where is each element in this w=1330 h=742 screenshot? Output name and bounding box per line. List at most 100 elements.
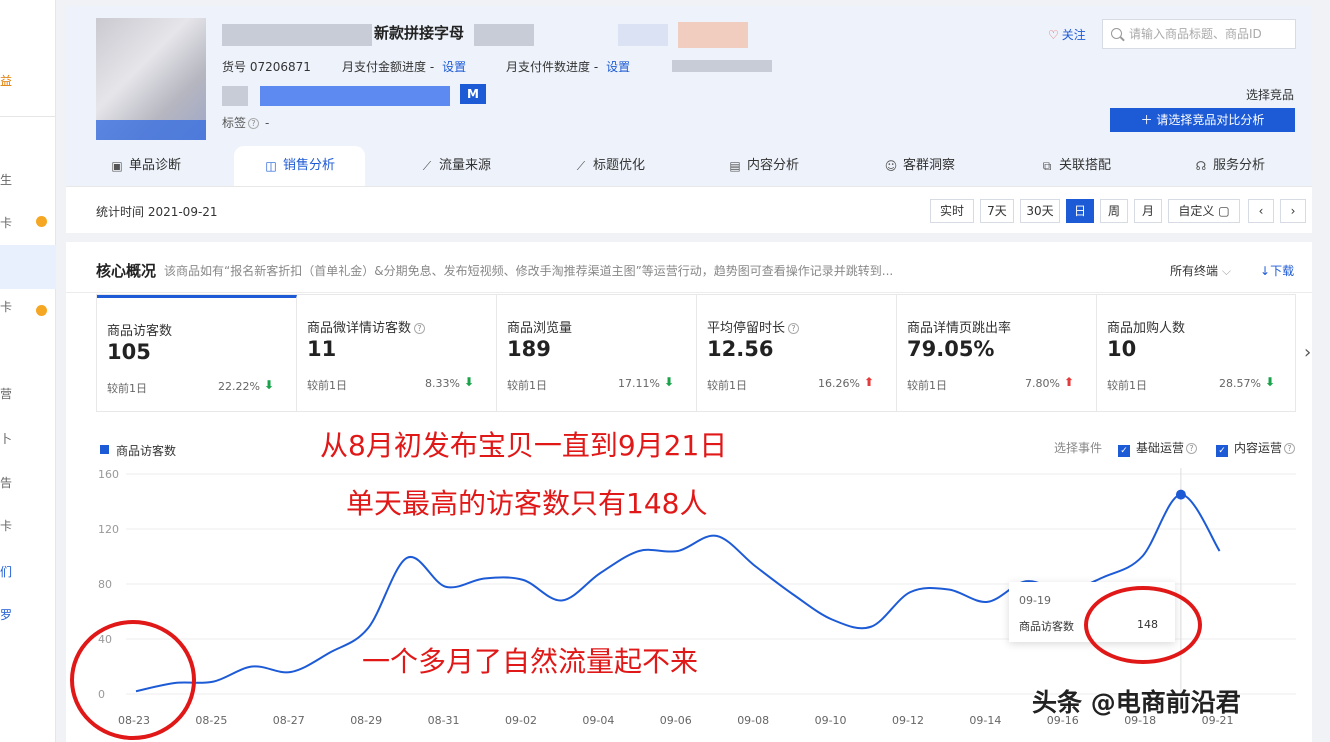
tab-label: 客群洞察 xyxy=(903,158,956,173)
follow-label: 关注 xyxy=(1061,28,1086,42)
document-icon: ▤ xyxy=(729,159,741,173)
tag-value: - xyxy=(265,116,270,130)
product-title[interactable]: 新款拼接字母 xyxy=(374,22,464,43)
tooltip-date: 09-19 xyxy=(1019,594,1051,607)
count-progress: 月支付件数进度 - 设置 xyxy=(506,58,630,75)
stat-time-row: 统计时间 2021-09-21 实时 7天 30天 日 周 月 自定义 ▢ ‹ … xyxy=(66,186,1312,233)
blurred-title xyxy=(474,24,534,46)
y-tick-label: 80 xyxy=(98,578,112,591)
range-custom-button[interactable]: 自定义 ▢ xyxy=(1168,199,1240,223)
amount-progress: 月支付金额进度 - 设置 xyxy=(342,58,466,75)
range-30d-button[interactable]: 30天 xyxy=(1020,199,1060,223)
line-chart-icon: ⟋ xyxy=(422,159,432,173)
tab-label: 内容分析 xyxy=(747,158,800,173)
tab-label: 销售分析 xyxy=(283,158,336,173)
headset-icon: ☊ xyxy=(1195,159,1207,173)
tab-label: 关联搭配 xyxy=(1059,158,1112,173)
count-progress-set-link[interactable]: 设置 xyxy=(606,60,630,74)
tab-label: 标题优化 xyxy=(593,158,646,173)
notification-dot xyxy=(36,216,47,227)
annotation-line2: 单天最高的访客数只有148人 xyxy=(346,487,708,520)
x-tick-label: 09-02 xyxy=(505,714,537,727)
blurred-meta xyxy=(672,60,772,72)
nav-item[interactable]: 卜 xyxy=(0,430,12,447)
search-icon xyxy=(1111,28,1122,39)
watermark: 头条 @电商前沿君 xyxy=(1032,688,1241,717)
amount-progress-set-link[interactable]: 设置 xyxy=(442,60,466,74)
x-tick-label: 08-31 xyxy=(428,714,460,727)
stat-date: 统计时间 2021-09-21 xyxy=(96,205,218,219)
range-month-button[interactable]: 月 xyxy=(1134,199,1162,223)
line-chart-icon: ⟋ xyxy=(576,159,586,173)
tag-row: 标签? - xyxy=(222,114,269,131)
annotation-circle xyxy=(1084,586,1202,664)
range-7d-button[interactable]: 7天 xyxy=(980,199,1014,223)
x-tick-label: 09-12 xyxy=(892,714,924,727)
annotation-circle xyxy=(70,620,196,740)
nav-item[interactable]: 卡 xyxy=(0,517,12,534)
tab-service-analysis[interactable]: ☊ 服务分析 xyxy=(1194,146,1265,186)
tab-label: 流量来源 xyxy=(439,158,492,173)
users-icon: ☺ xyxy=(884,159,898,173)
product-header-card: 新款拼接字母 货号 07206871 月支付金额进度 - 设置 月支付件数进度 -… xyxy=(66,6,1312,233)
tab-sales-analysis[interactable]: ◫ 销售分析 xyxy=(234,146,366,186)
blurred-title xyxy=(618,24,668,46)
range-week-button[interactable]: 周 xyxy=(1100,199,1128,223)
blurred-title xyxy=(678,22,748,48)
nav-divider xyxy=(0,116,56,117)
highlight-point xyxy=(1175,489,1186,500)
range-day-button[interactable]: 日 xyxy=(1066,199,1094,223)
next-date-button[interactable]: › xyxy=(1280,199,1306,223)
tab-related-match[interactable]: ⧉ 关联搭配 xyxy=(1040,146,1111,186)
range-realtime-button[interactable]: 实时 xyxy=(930,199,974,223)
tag-label: 标签 xyxy=(222,116,247,130)
prev-date-button[interactable]: ‹ xyxy=(1248,199,1274,223)
follow-button[interactable]: ♡ 关注 xyxy=(1048,26,1086,43)
nav-item[interactable]: 卡 xyxy=(0,298,12,315)
tab-title-optimization[interactable]: ⟋ 标题优化 xyxy=(574,146,645,186)
blurred-shop xyxy=(222,86,248,106)
nav-selected-item[interactable] xyxy=(0,245,56,289)
amount-progress-label: 月支付金额进度 - xyxy=(342,60,435,74)
calendar-icon: ▢ xyxy=(1214,204,1230,218)
x-tick-label: 09-04 xyxy=(582,714,614,727)
thumbnail-band xyxy=(96,120,206,140)
item-number: 货号 07206871 xyxy=(222,60,311,74)
compare-button-label: 请选择竞品对比分析 xyxy=(1156,113,1265,127)
count-progress-label: 月支付件数进度 - xyxy=(506,60,599,74)
nav-item[interactable]: 卡 xyxy=(0,214,12,231)
x-tick-label: 09-14 xyxy=(969,714,1001,727)
x-tick-label: 09-08 xyxy=(737,714,769,727)
tooltip-key: 商品访客数 xyxy=(1019,620,1074,633)
help-icon[interactable]: ? xyxy=(248,118,260,129)
blurred-shop xyxy=(260,86,450,106)
product-info-area: 新款拼接字母 货号 07206871 月支付金额进度 - 设置 月支付件数进度 -… xyxy=(66,6,1312,186)
x-tick-label: 08-25 xyxy=(195,714,227,727)
nav-item[interactable]: 生 xyxy=(0,171,12,188)
product-thumbnail[interactable] xyxy=(96,18,206,140)
annotation-line3: 一个多月了自然流量起不来 xyxy=(362,645,699,678)
compare-competitor-button[interactable]: ＋ 请选择竞品对比分析 xyxy=(1110,108,1295,132)
plus-icon: ＋ xyxy=(1140,113,1157,127)
nav-item[interactable]: 营 xyxy=(0,385,12,402)
tab-content-analysis[interactable]: ▤ 内容分析 xyxy=(728,146,799,186)
tab-traffic-source[interactable]: ⟋ 流量来源 xyxy=(420,146,491,186)
nav-item[interactable]: 告 xyxy=(0,474,12,491)
annotation-line1: 从8月初发布宝贝一直到9月21日 xyxy=(320,429,728,462)
nav-item[interactable]: 益 xyxy=(0,72,12,89)
x-tick-label: 08-29 xyxy=(350,714,382,727)
tab-single-diagnosis[interactable]: ▣ 单品诊断 xyxy=(110,146,181,186)
choose-competitor-label: 选择竞品 xyxy=(1246,88,1295,102)
product-search-input[interactable]: 请输入商品标题、商品ID xyxy=(1102,19,1296,49)
link-icon: ⧉ xyxy=(1042,159,1052,173)
search-placeholder: 请输入商品标题、商品ID xyxy=(1129,27,1262,41)
nav-item[interactable]: 们 xyxy=(0,563,12,580)
nav-item[interactable]: 罗 xyxy=(0,606,12,623)
tab-label: 单品诊断 xyxy=(129,158,182,173)
heart-icon: ♡ xyxy=(1048,28,1059,42)
left-nav: 益 生 卡 卡 营 卜 告 卡 们 罗 xyxy=(0,0,56,742)
analysis-tabs: ▣ 单品诊断 ◫ 销售分析 ⟋ 流量来源 ⟋ 标题优化 ▤ 内容分析 ☺ 客群洞察 ⧉ 关联搭… xyxy=(66,146,1312,186)
tab-label: 服务分析 xyxy=(1213,158,1266,173)
tab-customer-insight[interactable]: ☺ 客群洞察 xyxy=(884,146,955,186)
range-custom-label: 自定义 xyxy=(1178,204,1215,218)
